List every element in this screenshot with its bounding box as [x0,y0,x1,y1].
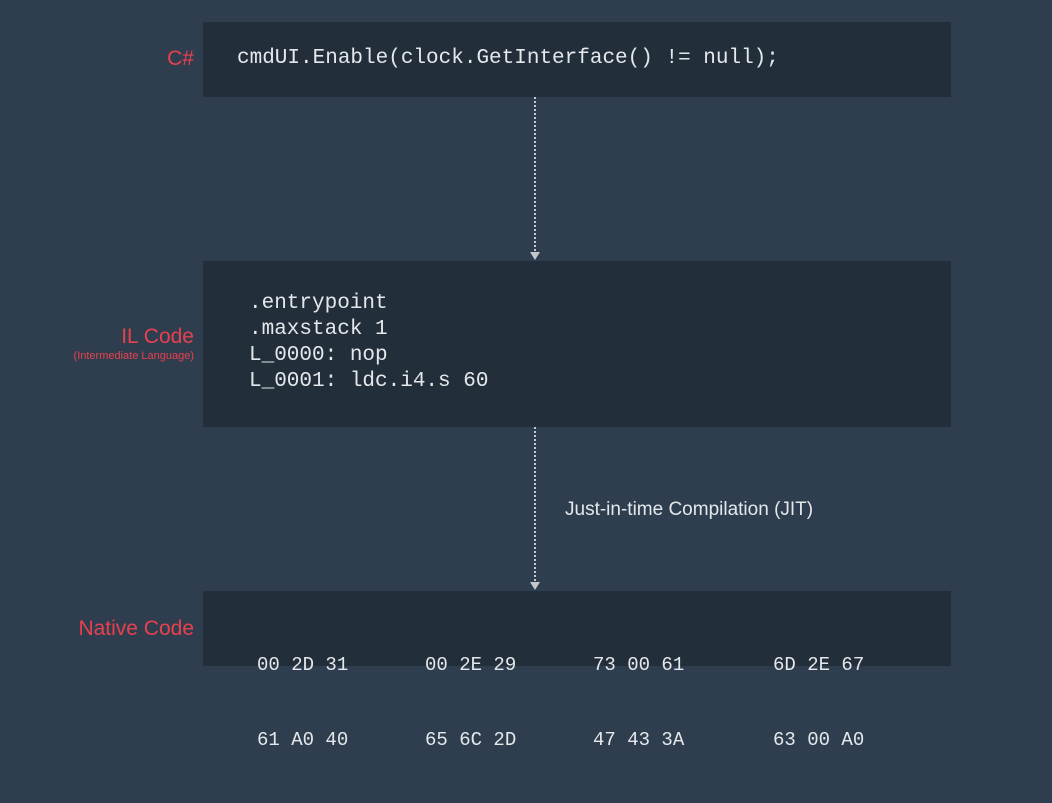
csharp-code-box: cmdUI.Enable(clock.GetInterface() != nul… [203,22,951,97]
native-hex-row: 00 2D 31 [257,654,349,676]
il-code-line: L_0000: nop [249,344,388,367]
arrowhead-il-to-native [530,582,540,590]
native-hex-column: 00 2D 31 61 A0 40 [257,603,348,803]
csharp-label: C# [167,47,194,70]
arrow-csharp-to-il [534,97,536,251]
native-hex-row: 73 00 61 [593,654,685,676]
native-hex-row: 61 A0 40 [257,729,349,751]
il-code-sublabel: (Intermediate Language) [73,350,194,362]
native-code-label: Native Code [78,617,194,640]
arrowhead-csharp-to-il [530,252,540,260]
jit-compilation-label: Just-in-time Compilation (JIT) [565,499,814,520]
csharp-code-line: cmdUI.Enable(clock.GetInterface() != nul… [237,47,779,70]
native-hex-column: 00 2E 29 65 6C 2D [425,603,516,803]
native-hex-column: 6D 2E 67 63 00 A0 [773,603,864,803]
il-code-line: L_0001: ldc.i4.s 60 [249,370,489,393]
native-code-box: 00 2D 31 61 A0 40 00 2E 29 65 6C 2D 73 0… [203,591,951,751]
native-hex-row: 47 43 3A [593,729,685,751]
native-hex-row: 63 00 A0 [773,729,865,751]
native-hex-row: 00 2E 29 [425,654,517,676]
native-hex-column: 73 00 61 47 43 3A [593,603,684,803]
native-hex-row: 65 6C 2D [425,729,517,751]
il-code-label: IL Code [121,325,194,348]
arrow-il-to-native [534,427,536,581]
il-code-line: .maxstack 1 [249,318,388,341]
native-hex-row: 6D 2E 67 [773,654,865,676]
il-code-box: .entrypoint .maxstack 1 L_0000: nop L_00… [203,261,951,427]
il-code-line: .entrypoint [249,292,388,315]
